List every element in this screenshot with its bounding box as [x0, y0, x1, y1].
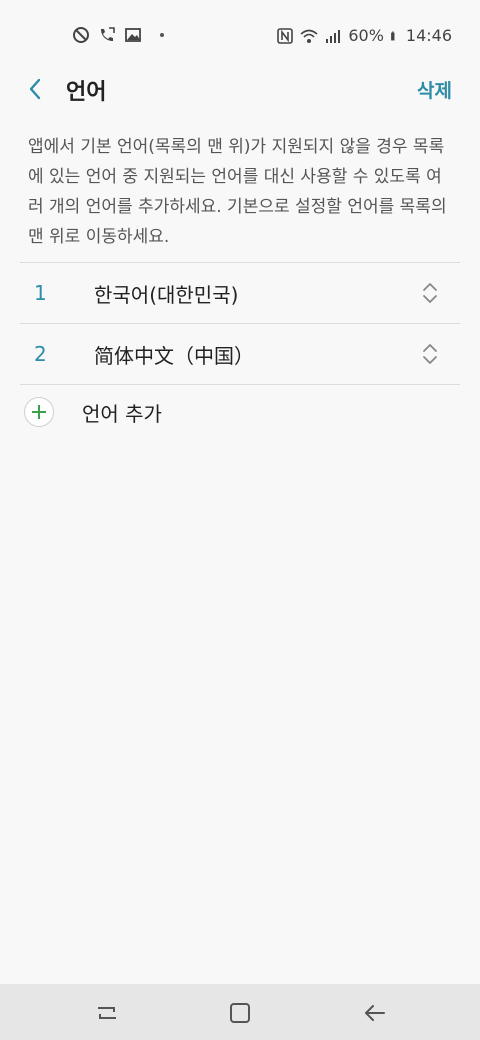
call-forward-icon: [101, 27, 115, 41]
recent-apps-icon[interactable]: [94, 1000, 120, 1026]
battery-percent: 60%: [348, 26, 384, 45]
signal-icon: [326, 29, 341, 43]
nfc-icon: [277, 27, 294, 44]
wifi-icon: [300, 29, 318, 43]
language-name: 한국어(대한민국): [94, 282, 239, 307]
clock: 14:46: [405, 26, 452, 45]
language-list: 1 한국어(대한민국) 2 简体中文（中国） 언어 추가: [20, 262, 460, 439]
language-name: 简体中文（中国）: [94, 343, 254, 368]
language-index: 1: [34, 281, 47, 305]
dot-icon: [160, 33, 164, 37]
add-language-label: 언어 추가: [82, 401, 162, 426]
back-button[interactable]: [20, 74, 50, 104]
status-bar: 60% 14:46: [0, 0, 480, 72]
navigation-bar: [0, 984, 480, 1040]
do-not-disturb-icon: [73, 27, 89, 43]
description-text: 앱에서 기본 언어(목록의 맨 위)가 지원되지 않을 경우 목록에 있는 언어…: [28, 137, 447, 247]
page-title: 언어: [66, 80, 107, 105]
chevron-left-icon: [29, 78, 41, 100]
delete-button[interactable]: 삭제: [417, 76, 452, 103]
language-row-2[interactable]: 2 简体中文（中国）: [20, 324, 460, 384]
home-icon[interactable]: [227, 1000, 253, 1026]
back-nav-icon[interactable]: [362, 1000, 388, 1026]
add-language-button[interactable]: 언어 추가: [20, 385, 460, 439]
app-bar: 언어 삭제: [0, 72, 480, 106]
language-row-1[interactable]: 1 한국어(대한민국): [20, 263, 460, 323]
reorder-handle-icon[interactable]: [420, 281, 440, 305]
language-index: 2: [34, 342, 47, 366]
reorder-handle-icon[interactable]: [420, 342, 440, 366]
plus-icon: [32, 405, 46, 419]
status-left: [72, 26, 164, 44]
image-icon: [125, 28, 141, 42]
add-circle: [24, 397, 54, 427]
battery-icon: [391, 31, 395, 40]
status-right: 60% 14:46: [276, 26, 452, 45]
